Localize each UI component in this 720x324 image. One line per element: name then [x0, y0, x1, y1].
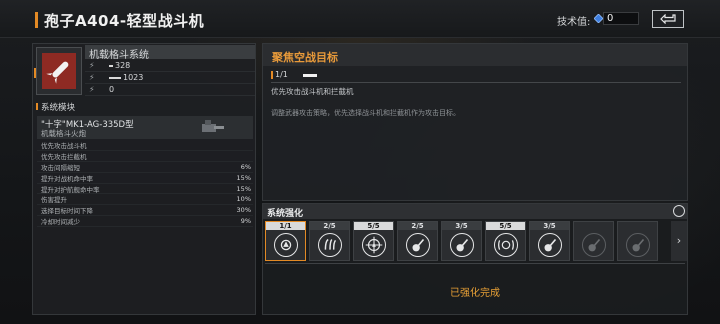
tech-value-label: 技术值:: [557, 17, 591, 28]
enhance-slot[interactable]: 5/5: [485, 221, 526, 261]
module-header: 系统模块: [41, 103, 76, 113]
effect-value: 6%: [240, 162, 251, 171]
scroll-right-button[interactable]: ›: [671, 221, 687, 261]
effect-row: 提升对战机命中率 15%: [37, 173, 253, 184]
effect-row: 优先攻击拦截机: [37, 151, 253, 162]
effect-value: 9%: [240, 217, 251, 226]
tech-value: 0: [603, 12, 639, 25]
effect-name: 攻击间隔缩短: [41, 163, 80, 172]
slot-level: 2/5: [310, 222, 349, 230]
focus-description: 调整武器攻击策略，优先选择战斗机和拦截机作为攻击目标。: [271, 109, 460, 117]
effect-value: 30%: [236, 206, 251, 215]
guitar-icon: [406, 233, 430, 257]
claw-icon: [318, 233, 342, 257]
focus-level-bar: [303, 74, 317, 77]
weapon-name: 机载格斗系统: [89, 50, 149, 61]
enhance-title-bar: [263, 204, 687, 219]
slot-level: 5/5: [486, 222, 525, 230]
effect-name: 优先攻击拦截机: [41, 152, 87, 161]
enhance-slot[interactable]: 5/5: [353, 221, 394, 261]
cannon-icon: [202, 120, 224, 132]
effect-row: 选择目标时间下降 30%: [37, 205, 253, 217]
effect-list: 优先攻击战斗机 优先攻击拦截机 攻击间隔缩短 6% 提升对战机命中率 15% 提升对…: [37, 140, 253, 228]
effect-value: 15%: [236, 184, 251, 193]
enhance-divider: [265, 263, 685, 264]
back-button[interactable]: [652, 10, 684, 28]
weapon-panel: 机载格斗系统 ⚡ 328 ⚡ 1023 ⚡ 0 系统模块 "十字"MK1-AG-…: [32, 43, 256, 315]
module-card[interactable]: "十字"MK1-AG-335D型 机载格斗火炮: [37, 116, 253, 139]
focus-summary: 优先攻击战斗机和拦截机: [271, 87, 354, 96]
crosshair-icon: [362, 233, 386, 257]
slot-level: 2/5: [398, 222, 437, 230]
stat-row: ⚡ 0: [85, 84, 255, 96]
weapon-stats: ⚡ 328 ⚡ 1023 ⚡ 0: [85, 60, 255, 96]
enhance-panel: 系统强化 1/1 2/5 5/5 2/5 3/5 5/5 3/5 › 已强化完成: [262, 203, 688, 315]
slot-level: 3/5: [442, 222, 481, 230]
page-title: 孢子A404-轻型战斗机: [44, 12, 205, 30]
effect-name: 冷却时间减少: [41, 218, 80, 227]
stat-bar: [109, 76, 121, 79]
effect-name: 优先攻击战斗机: [41, 141, 87, 150]
enhance-slot[interactable]: 2/5: [309, 221, 350, 261]
module-subtitle: 机载格斗火炮: [41, 129, 86, 138]
guitar-icon: [450, 233, 474, 257]
back-arrow-icon: [660, 14, 676, 24]
enhance-slot[interactable]: [617, 221, 658, 261]
enhance-slot[interactable]: 1/1: [265, 221, 306, 261]
stat-value: 1023: [123, 73, 144, 82]
focus-title: 聚焦空战目标: [272, 51, 338, 64]
title-accent: [35, 12, 38, 28]
slot-level: 3/5: [530, 222, 569, 230]
guitar-icon: [582, 233, 606, 257]
stat-row: ⚡ 1023: [85, 72, 255, 84]
effect-name: 提升对战机命中率: [41, 174, 93, 183]
guitar-icon: [626, 233, 650, 257]
refresh-icon[interactable]: [673, 205, 685, 217]
enhance-slot[interactable]: 2/5: [397, 221, 438, 261]
header: 孢子A404-轻型战斗机 技术值: 0: [0, 0, 720, 38]
effect-value: 10%: [236, 195, 251, 204]
focus-divider: [271, 82, 681, 83]
guitar-icon: [538, 233, 562, 257]
effect-row: 伤害提升 10%: [37, 194, 253, 206]
effect-row: 冷却时间减少 9%: [37, 216, 253, 228]
effect-row: 优先攻击战斗机: [37, 140, 253, 151]
missile-icon: [46, 61, 69, 84]
stat-bar: [109, 64, 113, 67]
enhance-slot[interactable]: 3/5: [529, 221, 570, 261]
stat-icon: ⚡: [89, 61, 95, 70]
slot-level: 5/5: [354, 222, 393, 230]
weapon-icon-frame[interactable]: [34, 47, 82, 95]
stat-row: ⚡ 328: [85, 60, 255, 72]
target-icon: [274, 233, 298, 257]
effect-row: 提升对护航舰命中率 15%: [37, 184, 253, 195]
focus-panel: 聚焦空战目标 1/1 优先攻击战斗机和拦截机 调整武器攻击策略，优先选择战斗机和…: [262, 43, 688, 201]
enhance-slot[interactable]: 3/5: [441, 221, 482, 261]
enhance-complete-text: 已强化完成: [450, 288, 500, 299]
effect-name: 提升对护航舰命中率: [41, 185, 100, 194]
effect-value: 15%: [236, 173, 251, 182]
tech-gem-icon: [594, 14, 603, 23]
enhance-slots: 1/1 2/5 5/5 2/5 3/5 5/5 3/5 ›: [265, 221, 687, 261]
enhance-slot[interactable]: [573, 221, 614, 261]
stat-value: 0: [109, 85, 115, 94]
effect-name: 伤害提升: [41, 196, 67, 205]
stat-value: 328: [115, 61, 131, 70]
stat-icon: ⚡: [89, 85, 95, 94]
weapon-icon-bg: [42, 53, 76, 89]
effect-row: 攻击间隔缩短 6%: [37, 162, 253, 173]
slot-level: 1/1: [266, 222, 305, 230]
radar-icon: [494, 233, 518, 257]
weapon-accent: [34, 68, 36, 78]
enhance-title: 系统强化: [267, 209, 304, 219]
stat-icon: ⚡: [89, 73, 95, 82]
focus-level: 1/1: [275, 70, 288, 79]
effect-name: 选择目标时间下降: [41, 207, 93, 216]
